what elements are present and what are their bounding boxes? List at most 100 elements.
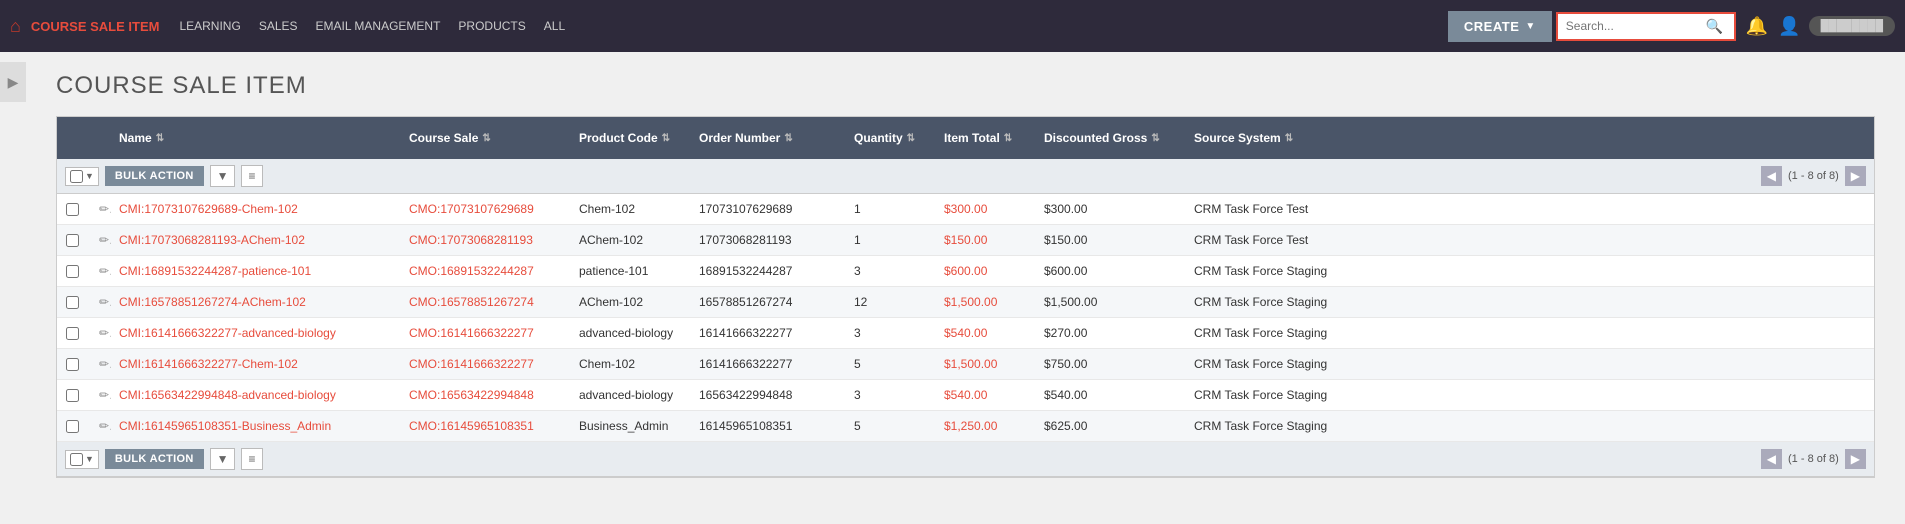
row-course-sale-2[interactable]: CMO:16891532244287	[401, 262, 571, 280]
sort-name-icon[interactable]: ⇅	[156, 133, 164, 144]
bottom-select-all-checkbox[interactable]	[70, 453, 83, 466]
row-order-number-5: 16141666322277	[691, 355, 846, 373]
row-edit-4[interactable]: ✏	[87, 324, 111, 342]
top-next-page-button[interactable]: ▶	[1845, 166, 1866, 186]
sidebar-toggle[interactable]: ▶	[0, 62, 26, 102]
top-list-view-button[interactable]: ≡	[241, 165, 262, 187]
create-button[interactable]: CREATE ▼	[1448, 11, 1552, 42]
home-icon[interactable]: ⌂	[10, 16, 21, 37]
table-body: ✏ CMI:17073107629689-Chem-102 CMO:170731…	[57, 194, 1874, 442]
top-prev-page-button[interactable]: ◀	[1761, 166, 1782, 186]
edit-icon[interactable]: ✏	[95, 326, 111, 340]
row-course-sale-1[interactable]: CMO:17073068281193	[401, 231, 571, 249]
row-name-6[interactable]: CMI:16563422994848-advanced-biology	[111, 386, 401, 404]
user-profile-button[interactable]: 👤	[1778, 16, 1800, 37]
nav-item-sales[interactable]: SALES	[259, 19, 298, 33]
sort-product-code-icon[interactable]: ⇅	[662, 133, 670, 144]
bottom-filter-button[interactable]: ▼	[210, 448, 236, 470]
sort-discounted-gross-icon[interactable]: ⇅	[1151, 133, 1159, 144]
row-quantity-4: 3	[846, 324, 936, 342]
table-row: ✏ CMI:17073107629689-Chem-102 CMO:170731…	[57, 194, 1874, 225]
notifications-button[interactable]: 🔔	[1746, 16, 1768, 37]
top-select-all-checkbox[interactable]	[70, 170, 83, 183]
sort-order-number-icon[interactable]: ⇅	[784, 133, 792, 144]
row-checkbox-6[interactable]	[57, 387, 87, 404]
bottom-list-view-button[interactable]: ≡	[241, 448, 262, 470]
row-edit-2[interactable]: ✏	[87, 262, 111, 280]
header-quantity[interactable]: Quantity ⇅	[846, 127, 936, 149]
row-source-system-2: CRM Task Force Staging	[1186, 262, 1874, 280]
header-order-number[interactable]: Order Number ⇅	[691, 127, 846, 149]
row-name-7[interactable]: CMI:16145965108351-Business_Admin	[111, 417, 401, 435]
edit-icon[interactable]: ✏	[95, 233, 111, 247]
row-edit-7[interactable]: ✏	[87, 417, 111, 435]
bottom-select-all-dropdown[interactable]: ▼	[65, 450, 99, 469]
edit-icon[interactable]: ✏	[95, 419, 111, 433]
nav-item-learning[interactable]: LEARNING	[179, 19, 240, 33]
top-filter-button[interactable]: ▼	[210, 165, 236, 187]
search-input[interactable]	[1566, 19, 1706, 33]
row-checkbox-5[interactable]	[57, 356, 87, 373]
row-checkbox-4[interactable]	[57, 325, 87, 342]
row-product-code-3: AChem-102	[571, 293, 691, 311]
row-course-sale-5[interactable]: CMO:16141666322277	[401, 355, 571, 373]
table-row: ✏ CMI:16578851267274-AChem-102 CMO:16578…	[57, 287, 1874, 318]
nav-item-products[interactable]: PRODUCTS	[458, 19, 525, 33]
sort-quantity-icon[interactable]: ⇅	[907, 133, 915, 144]
table-row: ✏ CMI:16563422994848-advanced-biology CM…	[57, 380, 1874, 411]
user-label[interactable]: ████████	[1809, 16, 1895, 36]
header-course-sale[interactable]: Course Sale ⇅	[401, 127, 571, 149]
edit-icon[interactable]: ✏	[95, 357, 111, 371]
bottom-next-page-button[interactable]: ▶	[1845, 449, 1866, 469]
row-checkbox-7[interactable]	[57, 418, 87, 435]
nav-brand[interactable]: COURSE SALE ITEM	[31, 19, 160, 34]
top-navigation: ⌂ COURSE SALE ITEM LEARNING SALES EMAIL …	[0, 0, 1905, 52]
bottom-select-dropdown-arrow[interactable]: ▼	[85, 454, 94, 464]
row-discounted-gross-6: $540.00	[1036, 386, 1186, 404]
row-checkbox-0[interactable]	[57, 201, 87, 218]
row-edit-3[interactable]: ✏	[87, 293, 111, 311]
row-name-4[interactable]: CMI:16141666322277-advanced-biology	[111, 324, 401, 342]
header-source-system[interactable]: Source System ⇅	[1186, 127, 1874, 149]
nav-item-email-management[interactable]: EMAIL MANAGEMENT	[316, 19, 441, 33]
row-quantity-5: 5	[846, 355, 936, 373]
row-course-sale-4[interactable]: CMO:16141666322277	[401, 324, 571, 342]
row-checkbox-3[interactable]	[57, 294, 87, 311]
header-item-total[interactable]: Item Total ⇅	[936, 127, 1036, 149]
row-edit-6[interactable]: ✏	[87, 386, 111, 404]
sort-source-system-icon[interactable]: ⇅	[1285, 133, 1293, 144]
header-name[interactable]: Name ⇅	[111, 127, 401, 149]
row-name-5[interactable]: CMI:16141666322277-Chem-102	[111, 355, 401, 373]
edit-icon[interactable]: ✏	[95, 388, 111, 402]
bottom-bulk-action-button[interactable]: BULK ACTION	[105, 449, 204, 469]
row-name-0[interactable]: CMI:17073107629689-Chem-102	[111, 200, 401, 218]
header-discounted-gross[interactable]: Discounted Gross ⇅	[1036, 127, 1186, 149]
bottom-prev-page-button[interactable]: ◀	[1761, 449, 1782, 469]
top-bulk-action-button[interactable]: BULK ACTION	[105, 166, 204, 186]
row-edit-0[interactable]: ✏	[87, 200, 111, 218]
row-quantity-6: 3	[846, 386, 936, 404]
nav-item-all[interactable]: ALL	[544, 19, 565, 33]
sort-item-total-icon[interactable]: ⇅	[1004, 133, 1012, 144]
row-course-sale-6[interactable]: CMO:16563422994848	[401, 386, 571, 404]
row-course-sale-3[interactable]: CMO:16578851267274	[401, 293, 571, 311]
row-course-sale-0[interactable]: CMO:17073107629689	[401, 200, 571, 218]
row-name-1[interactable]: CMI:17073068281193-AChem-102	[111, 231, 401, 249]
row-quantity-7: 5	[846, 417, 936, 435]
edit-icon[interactable]: ✏	[95, 295, 111, 309]
row-name-3[interactable]: CMI:16578851267274-AChem-102	[111, 293, 401, 311]
sort-course-sale-icon[interactable]: ⇅	[482, 133, 490, 144]
edit-icon[interactable]: ✏	[95, 264, 111, 278]
edit-icon[interactable]: ✏	[95, 202, 111, 216]
top-select-all-dropdown[interactable]: ▼	[65, 167, 99, 186]
row-checkbox-2[interactable]	[57, 263, 87, 280]
row-edit-5[interactable]: ✏	[87, 355, 111, 373]
row-discounted-gross-3: $1,500.00	[1036, 293, 1186, 311]
row-edit-1[interactable]: ✏	[87, 231, 111, 249]
row-name-2[interactable]: CMI:16891532244287-patience-101	[111, 262, 401, 280]
search-icon[interactable]: 🔍	[1706, 18, 1723, 35]
row-checkbox-1[interactable]	[57, 232, 87, 249]
row-course-sale-7[interactable]: CMO:16145965108351	[401, 417, 571, 435]
top-select-dropdown-arrow[interactable]: ▼	[85, 171, 94, 181]
header-product-code[interactable]: Product Code ⇅	[571, 127, 691, 149]
